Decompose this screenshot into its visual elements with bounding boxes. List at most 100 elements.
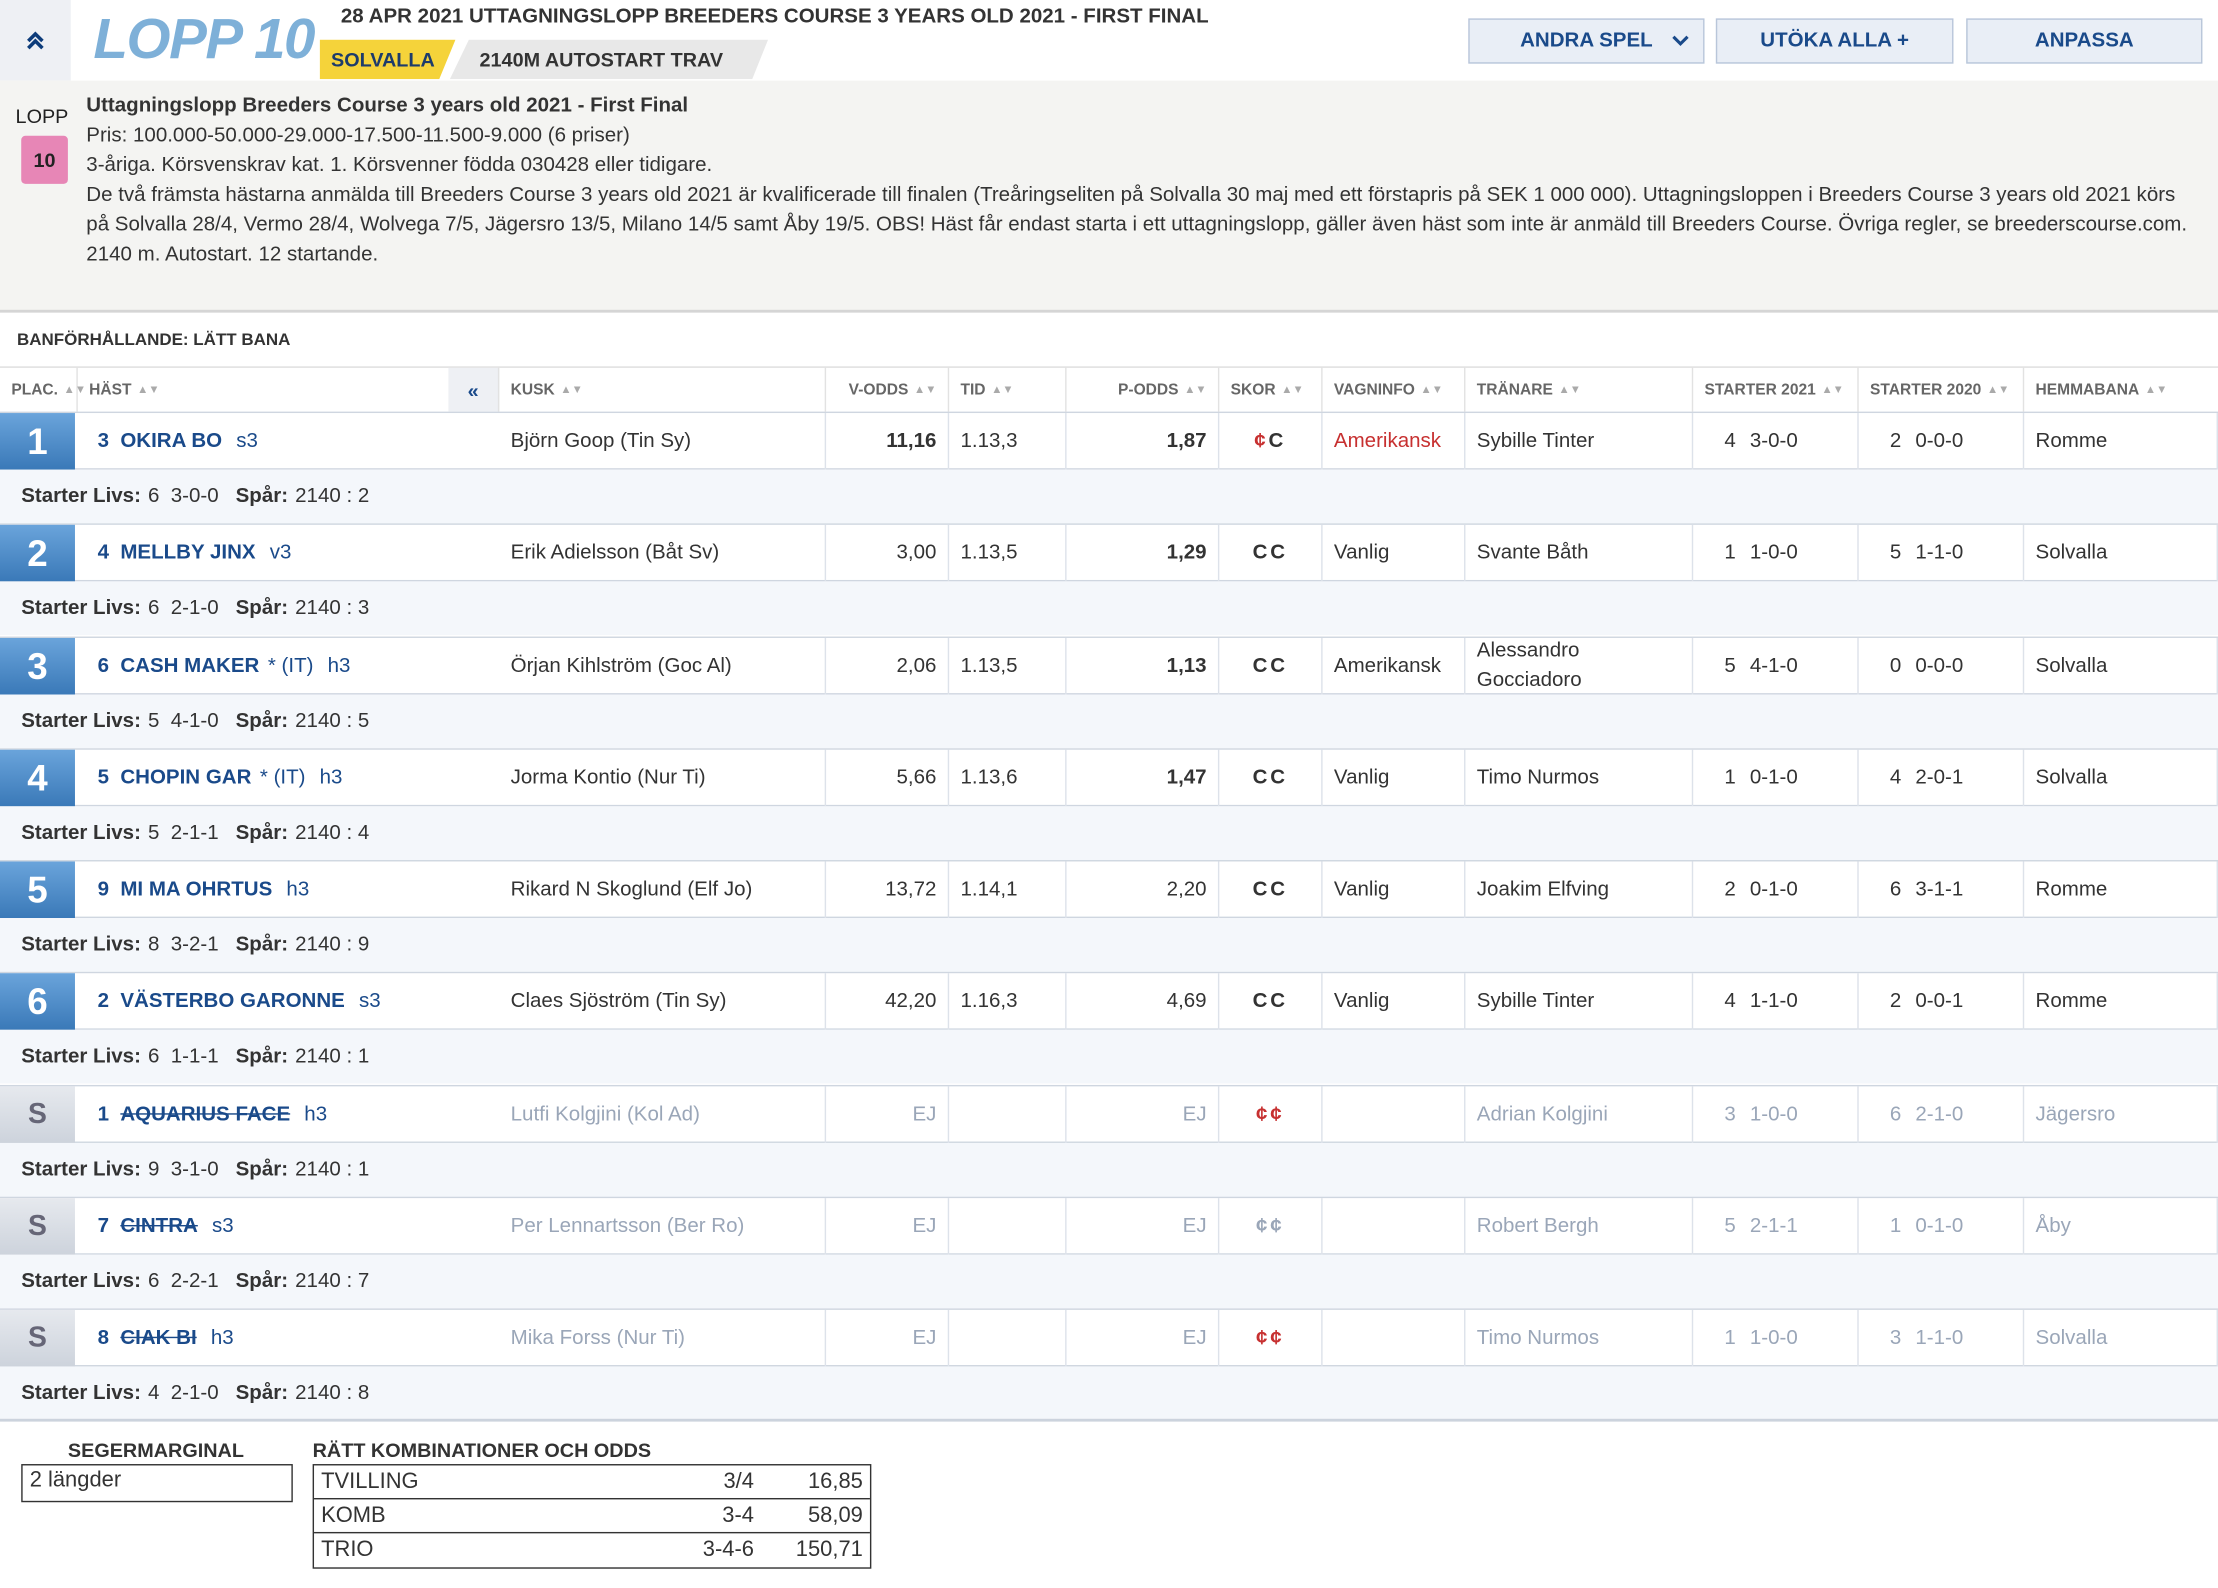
- col-vagninfo[interactable]: VAGNINFO ▲▼: [1323, 367, 1466, 412]
- hemmabana-cell: Åby: [2024, 1198, 2218, 1255]
- horse-name[interactable]: VÄSTERBO GARONNE: [120, 990, 345, 1013]
- vagninfo-cell: Vanlig: [1323, 749, 1466, 807]
- barefoot-icon: ¢: [1270, 1215, 1285, 1238]
- table-row[interactable]: 2 4 MELLBY JINX v3 Erik Adielsson (Båt Sv) 3,…: [0, 523, 2218, 582]
- horse-name[interactable]: CIAK BI: [120, 1327, 196, 1350]
- horse-name[interactable]: CINTRA: [120, 1215, 197, 1238]
- tranare-cell[interactable]: Sybille Tinter: [1465, 413, 1694, 470]
- sort-icon: ▲▼: [1281, 383, 1304, 397]
- col-vodds-label: V-ODDS: [848, 381, 909, 399]
- horse-name[interactable]: AQUARIUS FACE: [120, 1103, 290, 1126]
- tranare-cell[interactable]: Joakim Elfving: [1465, 861, 1694, 919]
- horse-name[interactable]: OKIRA BO: [120, 430, 222, 453]
- livs-record: 3-1-0: [170, 1158, 219, 1182]
- kusk-cell[interactable]: Jorma Kontio (Nur Ti): [499, 749, 827, 807]
- col-tranare[interactable]: TRÄNARE ▲▼: [1465, 367, 1694, 412]
- kusk-cell[interactable]: Per Lennartsson (Ber Ro): [499, 1198, 827, 1255]
- horse-cell[interactable]: 7 CINTRA s3: [86, 1198, 496, 1255]
- tranare-cell[interactable]: Adrian Kolgjini: [1465, 1086, 1694, 1143]
- tranare-cell[interactable]: Timo Nurmos: [1465, 749, 1694, 807]
- sort-icon: ▲▼: [560, 383, 583, 397]
- table-row[interactable]: S 8 CIAK BI h3 Mika Forss (Nur Ti) EJ EJ ¢ ¢ Timo…: [0, 1308, 2218, 1367]
- spar-value: 2140 : 2: [295, 485, 370, 508]
- barefoot-icon: ¢: [1256, 1326, 1271, 1350]
- collapse-button[interactable]: [0, 0, 71, 81]
- col-starter-2020[interactable]: STARTER 2020 ▲▼: [1859, 367, 2025, 412]
- col-vagninfo-label: VAGNINFO: [1333, 381, 1415, 399]
- table-row[interactable]: 4 5 CHOPIN GAR * (IT) h3 Jorma Kontio (Nur Ti…: [0, 748, 2218, 807]
- kusk-cell[interactable]: Rikard N Skoglund (Elf Jo): [499, 861, 827, 919]
- tranare-cell[interactable]: Sybille Tinter: [1465, 973, 1694, 1030]
- spar-label: Spår:: [235, 485, 289, 508]
- kusk-cell[interactable]: Örjan Kihlström (Goc Al): [499, 637, 827, 695]
- col-skor[interactable]: SKOR ▲▼: [1219, 367, 1323, 412]
- hemmabana-cell: Jägersro: [2024, 1086, 2218, 1143]
- table-row[interactable]: 1 3 OKIRA BO s3 Björn Goop (Tin Sy) 11,16 1.13…: [0, 411, 2218, 470]
- kusk-cell[interactable]: Mika Forss (Nur Ti): [499, 1309, 827, 1367]
- table-row[interactable]: 3 6 CASH MAKER * (IT) h3 Örjan Kihlström (Goc…: [0, 636, 2218, 695]
- placement-badge: 2: [0, 524, 75, 582]
- shod-icon: C: [1270, 541, 1288, 565]
- tid-cell: 1.16,3: [949, 973, 1067, 1030]
- horse-name[interactable]: CHOPIN GAR: [120, 767, 251, 790]
- col-plac[interactable]: PLAC. ▲▼: [0, 367, 86, 412]
- table-row[interactable]: S 7 CINTRA s3 Per Lennartsson (Ber Ro) EJ EJ ¢ ¢…: [0, 1196, 2218, 1255]
- col-starter-2021[interactable]: STARTER 2021 ▲▼: [1693, 367, 1859, 412]
- anpassa-button[interactable]: ANPASSA: [1966, 18, 2203, 64]
- col-tid[interactable]: TID ▲▼: [949, 367, 1067, 412]
- col-kusk[interactable]: KUSK ▲▼: [499, 367, 827, 412]
- horse-cell[interactable]: 8 CIAK BI h3: [86, 1310, 496, 1367]
- starts-record: 2-1-1: [1749, 1215, 1798, 1238]
- horse-cell[interactable]: 3 OKIRA BO s3: [86, 413, 496, 470]
- table-row[interactable]: S 1 AQUARIUS FACE h3 Lutfi Kolgjini (Kol Ad)…: [0, 1084, 2218, 1143]
- placement-badge: 5: [0, 861, 75, 919]
- chevron-down-icon: [1672, 35, 1689, 47]
- kusk-cell[interactable]: Erik Adielsson (Båt Sv): [499, 524, 827, 582]
- vagninfo-cell: Vanlig: [1323, 524, 1466, 582]
- horse-cell[interactable]: 5 CHOPIN GAR * (IT) h3: [86, 750, 496, 807]
- horse-name[interactable]: MI MA OHRTUS: [120, 878, 272, 901]
- livs-record: 4-1-0: [170, 710, 219, 733]
- table-row[interactable]: 6 2 VÄSTERBO GARONNE s3 Claes Sjöström (Tin …: [0, 971, 2218, 1030]
- track-condition: BANFÖRHÅLLANDE: LÄTT BANA: [16, 329, 291, 350]
- horse-cell[interactable]: 1 AQUARIUS FACE h3: [86, 1086, 496, 1143]
- utoka-alla-button[interactable]: UTÖKA ALLA +: [1715, 18, 1954, 64]
- shod-icon: C: [1270, 654, 1288, 678]
- starter-2020-cell: 3 1-1-0: [1859, 1309, 2025, 1367]
- combo-type: KOMB: [321, 1502, 386, 1527]
- horse-cell[interactable]: 6 CASH MAKER * (IT) h3: [86, 638, 496, 695]
- collapse-columns-button[interactable]: «: [448, 367, 500, 412]
- starter-2021-cell: 4 1-1-0: [1693, 973, 1859, 1030]
- starts-record: 4-1-0: [1749, 654, 1798, 678]
- horse-name[interactable]: CASH MAKER: [120, 655, 259, 678]
- vagninfo-cell: [1323, 1198, 1466, 1255]
- tranare-cell[interactable]: Timo Nurmos: [1465, 1309, 1694, 1367]
- tranare-cell[interactable]: Robert Bergh: [1465, 1198, 1694, 1255]
- horse-name[interactable]: MELLBY JINX: [120, 542, 255, 565]
- horse-cell[interactable]: 9 MI MA OHRTUS h3: [86, 861, 496, 918]
- kusk-cell[interactable]: Björn Goop (Tin Sy): [499, 413, 827, 470]
- shod-icon: C: [1270, 766, 1288, 790]
- col-vodds[interactable]: V-ODDS ▲▼: [826, 367, 950, 412]
- kusk-cell[interactable]: Claes Sjöström (Tin Sy): [499, 973, 827, 1030]
- col-podds[interactable]: P-ODDS ▲▼: [1067, 367, 1220, 412]
- spar-label: Spår:: [235, 1270, 289, 1293]
- horse-cell[interactable]: 2 VÄSTERBO GARONNE s3: [86, 973, 496, 1030]
- col-hemmabana[interactable]: HEMMABANA ▲▼: [2024, 368, 2218, 412]
- andra-spel-button[interactable]: ANDRA SPEL: [1468, 18, 1705, 64]
- kusk-cell[interactable]: Lutfi Kolgjini (Kol Ad): [499, 1086, 827, 1143]
- hemmabana-cell: Solvalla: [2024, 749, 2218, 807]
- table-row[interactable]: 5 9 MI MA OHRTUS h3 Rikard N Skoglund (Elf J…: [0, 860, 2218, 919]
- skor-cell: ¢ C: [1219, 413, 1323, 470]
- starts-count: 1: [1889, 1215, 1902, 1238]
- skor-cell: CC: [1219, 637, 1323, 695]
- tranare-cell[interactable]: Svante Båth: [1465, 524, 1694, 582]
- vodds-cell: 42,20: [826, 973, 950, 1030]
- lopp-label: LOPP: [15, 104, 69, 128]
- col-hast-label: HÄST: [89, 381, 132, 399]
- skor-cell: CC: [1219, 861, 1323, 919]
- col-hast[interactable]: HÄST ▲▼: [78, 368, 449, 412]
- tid-cell: [949, 1309, 1067, 1367]
- placement-badge: 3: [0, 637, 75, 695]
- horse-cell[interactable]: 4 MELLBY JINX v3: [86, 525, 496, 582]
